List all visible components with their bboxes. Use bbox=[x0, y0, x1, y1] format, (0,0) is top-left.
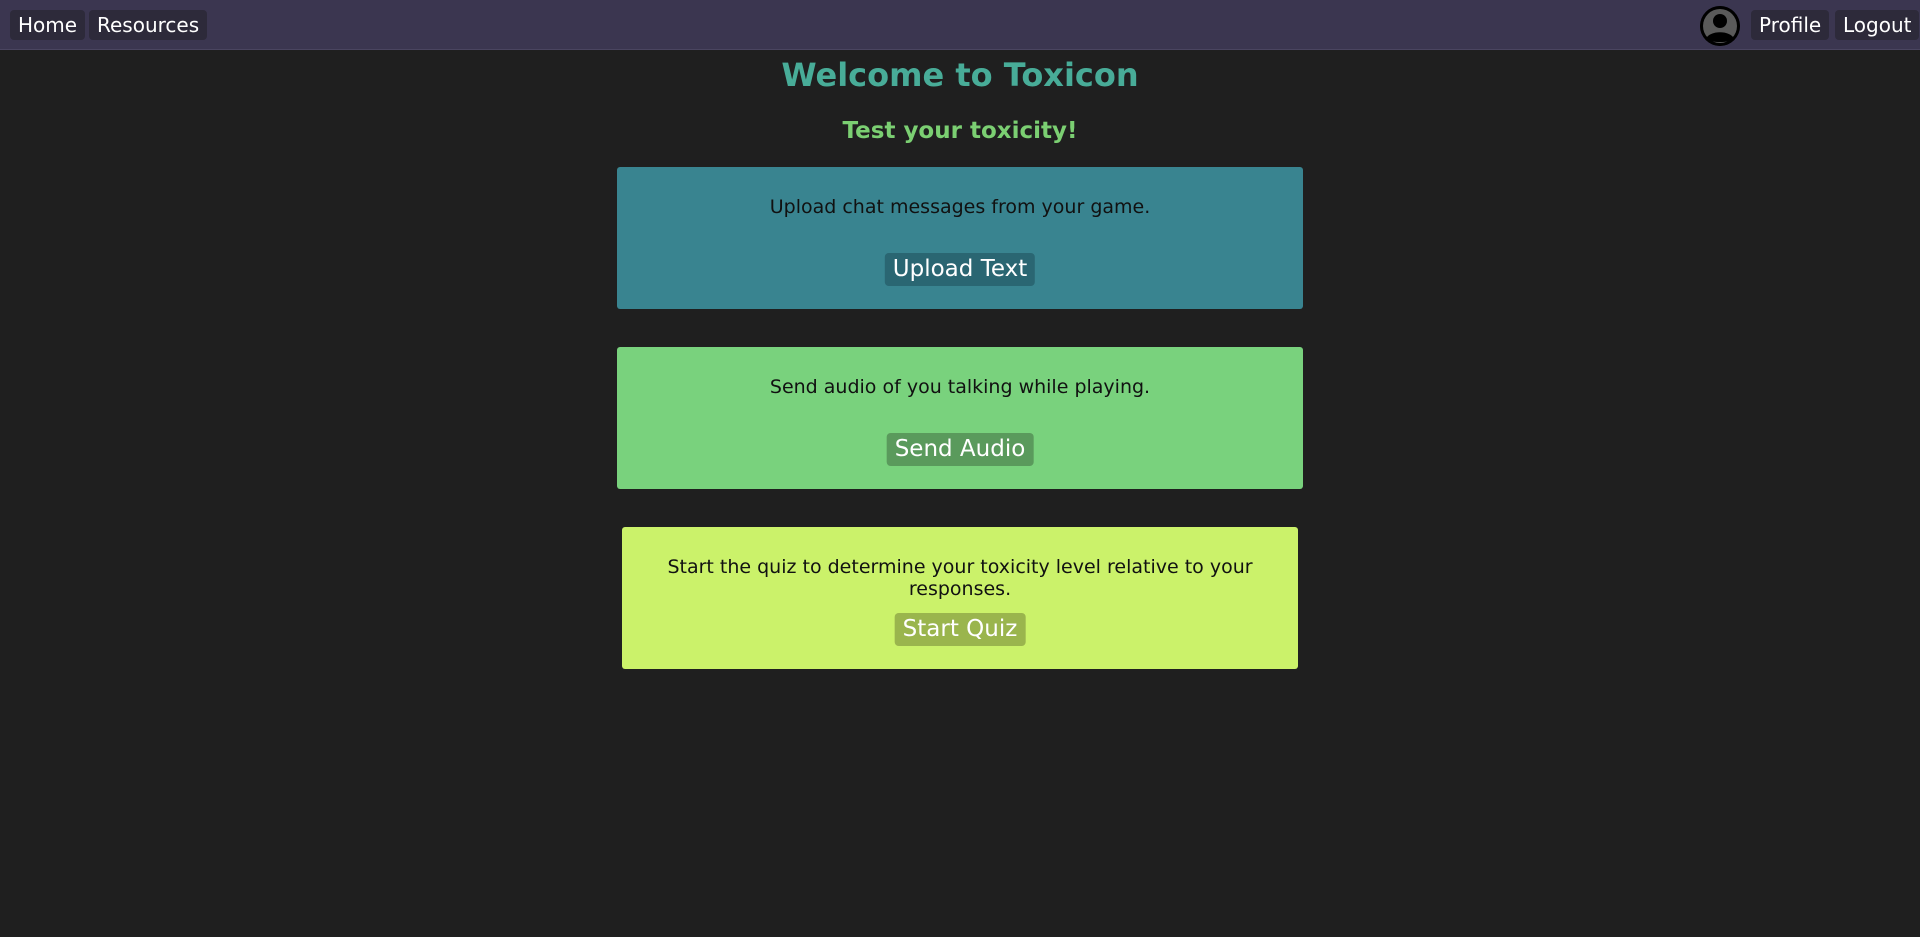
profile-link[interactable]: Profile bbox=[1751, 10, 1830, 40]
start-quiz-description: Start the quiz to determine your toxicit… bbox=[667, 556, 1253, 600]
send-audio-card: Send audio of you talking while playing.… bbox=[617, 347, 1303, 489]
page-title: Welcome to Toxicon bbox=[781, 56, 1139, 94]
top-navbar: Home Resources Profile Logout bbox=[0, 0, 1920, 50]
page-subtitle: Test your toxicity! bbox=[842, 118, 1078, 144]
resources-link[interactable]: Resources bbox=[89, 10, 208, 40]
upload-text-card: Upload chat messages from your game. Upl… bbox=[617, 167, 1303, 309]
upload-text-description: Upload chat messages from your game. bbox=[769, 196, 1151, 218]
home-link[interactable]: Home bbox=[10, 10, 86, 40]
user-avatar-icon[interactable] bbox=[1700, 6, 1740, 46]
logout-link[interactable]: Logout bbox=[1835, 10, 1920, 40]
upload-text-button[interactable]: Upload Text bbox=[884, 253, 1036, 286]
send-audio-description: Send audio of you talking while playing. bbox=[769, 376, 1151, 398]
send-audio-button[interactable]: Send Audio bbox=[886, 433, 1034, 466]
start-quiz-card: Start the quiz to determine your toxicit… bbox=[622, 527, 1298, 669]
start-quiz-button[interactable]: Start Quiz bbox=[894, 613, 1026, 646]
